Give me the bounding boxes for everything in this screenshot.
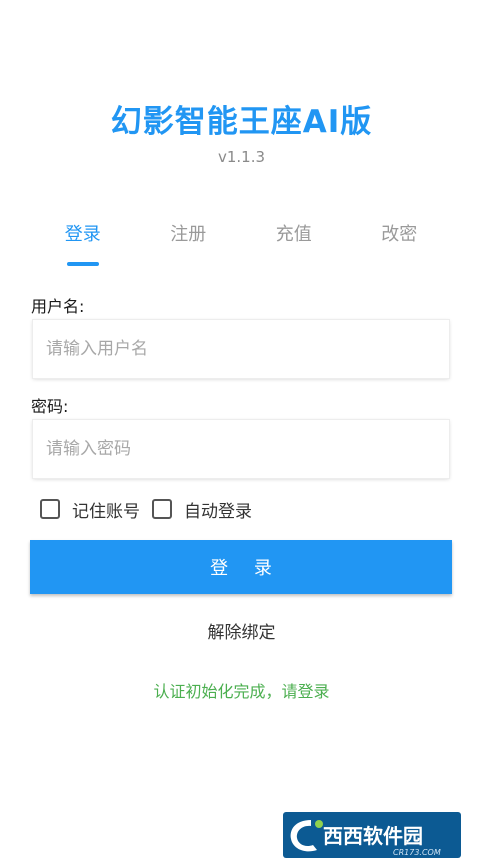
unbind-link[interactable]: 解除绑定 <box>0 618 483 643</box>
login-button[interactable]: 登 录 <box>30 540 452 594</box>
tab-login[interactable]: 登录 <box>30 218 136 270</box>
tab-bar: 登录 注册 充值 改密 <box>30 218 452 270</box>
password-input[interactable] <box>33 420 449 478</box>
status-message: 认证初始化完成，请登录 <box>153 682 330 701</box>
watermark-site-text: CR173.COM <box>393 848 441 857</box>
options-row: 记住账号 自动登录 <box>40 496 264 522</box>
app-version: v1.1.3 <box>217 148 266 166</box>
tab-change-password-label: 改密 <box>381 224 418 245</box>
watermark-swoosh-icon <box>290 820 317 852</box>
password-label: 密码: <box>31 397 69 416</box>
tab-recharge[interactable]: 充值 <box>241 218 347 270</box>
username-label: 用户名: <box>31 297 85 316</box>
remember-account-checkbox[interactable] <box>40 499 60 519</box>
app-title: 幻影智能王座AI版 <box>110 104 373 140</box>
watermark-dot-icon <box>315 820 323 828</box>
tab-register[interactable]: 注册 <box>136 218 242 270</box>
auto-login-checkbox[interactable] <box>152 499 172 519</box>
tab-change-password[interactable]: 改密 <box>347 218 453 270</box>
username-input[interactable] <box>33 320 449 378</box>
watermark-logo: 西西软件园 CR173.COM <box>283 812 461 858</box>
tab-recharge-label: 充值 <box>275 224 312 245</box>
tab-register-label: 注册 <box>170 224 207 245</box>
tab-login-label: 登录 <box>64 224 101 245</box>
auto-login-label[interactable]: 自动登录 <box>184 497 252 522</box>
remember-account-label[interactable]: 记住账号 <box>72 497 140 522</box>
watermark-logo-graphic: 西西软件园 CR173.COM <box>290 820 441 857</box>
watermark-brand-text: 西西软件园 <box>323 824 423 848</box>
tab-active-indicator <box>66 262 99 266</box>
